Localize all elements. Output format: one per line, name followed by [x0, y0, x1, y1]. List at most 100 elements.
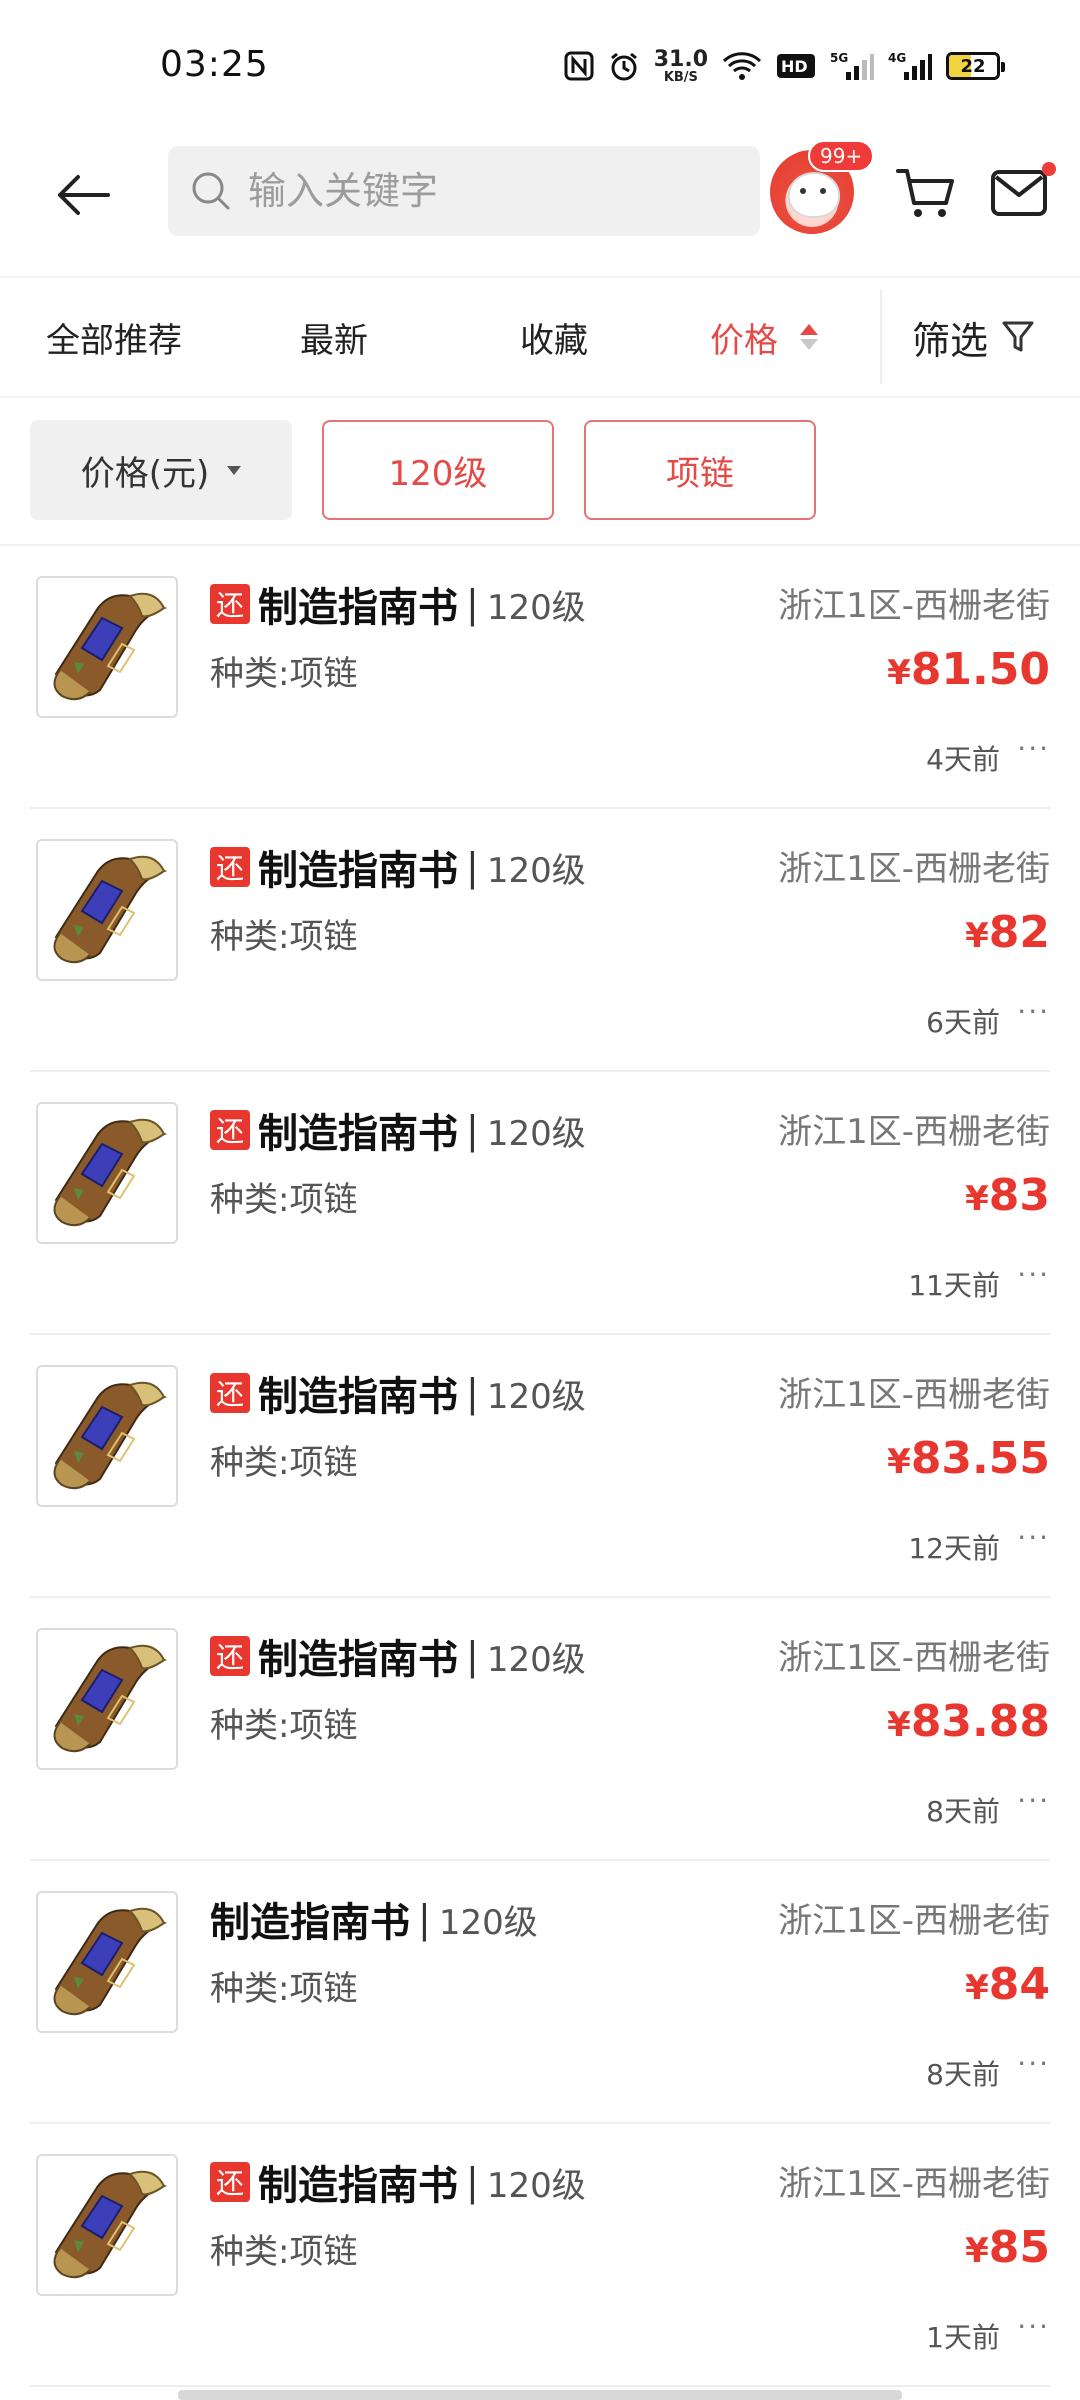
chip-level-120[interactable]: 120级 [322, 420, 554, 520]
item-listed-time: 11天前 [908, 1269, 1000, 1302]
more-button[interactable]: ··· [1017, 995, 1050, 1028]
svg-text:5G: 5G [830, 51, 848, 65]
return-tag: 还 [210, 1636, 250, 1676]
scroll-book-icon [53, 1381, 168, 1490]
item-title-row: 还 制造指南书 | 120级 [210, 1102, 586, 1158]
list-item[interactable]: 还 制造指南书 | 120级 种类:项链 浙江1区-西栅老街 ¥83.55 12… [30, 1335, 1050, 1598]
list-item[interactable]: 还 制造指南书 | 120级 种类:项链 浙江1区-西栅老街 ¥82 6天前 ·… [30, 809, 1050, 1072]
filter-button[interactable]: 筛选 [912, 278, 1034, 396]
item-kind: 种类:项链 [210, 1180, 358, 1220]
chip-necklace[interactable]: 项链 [584, 420, 816, 520]
more-button[interactable]: ··· [1017, 2047, 1050, 2080]
return-tag: 还 [210, 2162, 250, 2202]
item-price: ¥83.88 [887, 1696, 1050, 1747]
notification-badge: 99+ [808, 140, 875, 172]
signal-5g-icon: 5G [830, 50, 874, 82]
item-kind: 种类:项链 [210, 917, 358, 957]
hd-icon: HD [776, 53, 816, 79]
list-item[interactable]: 还 制造指南书 | 120级 种类:项链 浙江1区-西栅老街 ¥83 11天前 … [30, 1072, 1050, 1335]
cart-button[interactable] [892, 158, 962, 228]
tab-latest[interactable]: 最新 [300, 278, 368, 396]
status-icons: 31.0 KB/S HD 5G 4G 22 [564, 46, 1005, 86]
scroll-book-icon [53, 592, 168, 701]
unread-dot [1042, 162, 1056, 176]
item-title-row: 还 制造指南书 | 120级 [210, 2154, 586, 2210]
item-name: 制造指南书 [210, 1900, 410, 1946]
list-item[interactable]: 还 制造指南书 | 120级 种类:项链 浙江1区-西栅老街 ¥85 1天前 ·… [30, 2124, 1050, 2387]
scroll-book-icon [53, 855, 168, 964]
list-item[interactable]: 还 制造指南书 | 120级 种类:项链 浙江1区-西栅老街 ¥83.88 8天… [30, 1598, 1050, 1861]
network-speed: 31.0 KB/S [653, 46, 708, 85]
title-separator: | [466, 1108, 479, 1152]
item-name: 制造指南书 [258, 1637, 458, 1683]
return-tag: 还 [210, 1373, 250, 1413]
title-separator: | [466, 2160, 479, 2204]
scroll-indicator [178, 2390, 902, 2400]
scroll-book-icon [53, 1118, 168, 1227]
back-arrow-icon [58, 175, 110, 215]
svg-text:HD: HD [781, 57, 808, 76]
scroll-book-icon [53, 1907, 168, 2016]
item-level: 120级 [438, 1902, 538, 1943]
search-icon [190, 170, 232, 212]
more-button[interactable]: ··· [1017, 1784, 1050, 1817]
more-button[interactable]: ··· [1017, 732, 1050, 765]
more-button[interactable]: ··· [1017, 1258, 1050, 1291]
avatar[interactable]: 99+ [770, 140, 875, 234]
item-listed-time: 8天前 [926, 2058, 1000, 2091]
list-item[interactable]: 还 制造指南书 | 120级 种类:项链 浙江1区-西栅老街 ¥81.50 4天… [30, 546, 1050, 809]
tab-price[interactable]: 价格 [710, 278, 818, 396]
list-item[interactable]: 制造指南书 | 120级 种类:项链 浙江1区-西栅老街 ¥84 8天前 ··· [30, 1861, 1050, 2124]
item-thumbnail [36, 1365, 178, 1507]
item-thumbnail [36, 1891, 178, 2033]
top-bar: 99+ [0, 130, 1080, 278]
tab-favorites[interactable]: 收藏 [520, 278, 588, 396]
return-tag: 还 [210, 584, 250, 624]
nfc-icon [564, 51, 594, 81]
item-list: 还 制造指南书 | 120级 种类:项链 浙江1区-西栅老街 ¥81.50 4天… [0, 546, 1080, 2387]
title-separator: | [466, 845, 479, 889]
signal-4g-icon: 4G [888, 50, 932, 82]
battery-icon: 22 [946, 52, 1005, 80]
title-separator: | [466, 582, 479, 626]
item-server: 浙江1区-西栅老街 [778, 849, 1050, 889]
item-title-row: 还 制造指南书 | 120级 [210, 1628, 586, 1684]
search-input[interactable] [246, 168, 730, 214]
item-server: 浙江1区-西栅老街 [778, 2164, 1050, 2204]
item-listed-time: 12天前 [908, 1532, 1000, 1565]
alarm-icon [608, 50, 640, 82]
item-price: ¥82 [965, 907, 1050, 958]
item-thumbnail [36, 576, 178, 718]
item-price: ¥83 [965, 1170, 1050, 1221]
item-level: 120级 [486, 1113, 586, 1154]
return-tag: 还 [210, 847, 250, 887]
item-server: 浙江1区-西栅老街 [778, 586, 1050, 626]
item-name: 制造指南书 [258, 1111, 458, 1157]
search-box[interactable] [168, 146, 760, 236]
item-listed-time: 1天前 [926, 2321, 1000, 2354]
price-unit-dropdown[interactable]: 价格(元) [30, 420, 292, 520]
filter-chips: 价格(元) 120级 项链 [0, 398, 1080, 546]
item-title-row: 还 制造指南书 | 120级 [210, 576, 586, 632]
svg-text:4G: 4G [888, 51, 906, 65]
more-button[interactable]: ··· [1017, 2310, 1050, 2343]
item-level: 120级 [486, 1376, 586, 1417]
cart-icon [896, 169, 954, 217]
item-title-row: 制造指南书 | 120级 [210, 1891, 538, 1947]
mail-icon [991, 170, 1047, 216]
item-title-row: 还 制造指南书 | 120级 [210, 1365, 586, 1421]
tab-all-recommended[interactable]: 全部推荐 [46, 278, 182, 396]
message-button[interactable] [984, 158, 1056, 228]
item-price: ¥83.55 [887, 1433, 1050, 1484]
item-price: ¥85 [965, 2222, 1050, 2273]
scroll-book-icon [53, 1644, 168, 1753]
item-title-row: 还 制造指南书 | 120级 [210, 839, 586, 895]
more-button[interactable]: ··· [1017, 1521, 1050, 1554]
back-button[interactable] [48, 160, 118, 230]
item-kind: 种类:项链 [210, 1706, 358, 1746]
item-price: ¥84 [965, 1959, 1050, 2010]
item-thumbnail [36, 1102, 178, 1244]
item-listed-time: 8天前 [926, 1795, 1000, 1828]
item-name: 制造指南书 [258, 585, 458, 631]
item-server: 浙江1区-西栅老街 [778, 1375, 1050, 1415]
